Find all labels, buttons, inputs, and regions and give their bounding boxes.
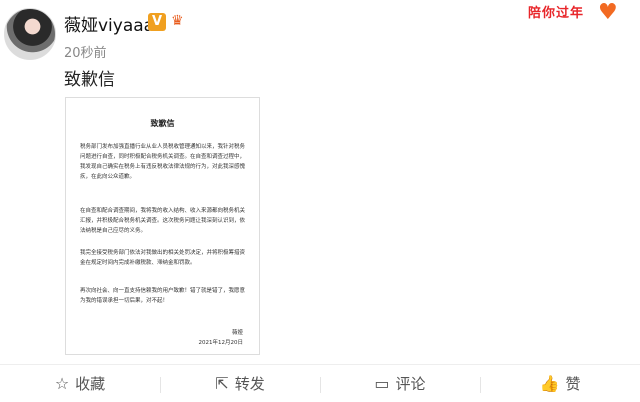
repost-icon: ⇱: [215, 374, 229, 393]
action-bar: ☆ 收藏 ⇱ 转发 ▭ 评论 👍 赞: [0, 365, 640, 402]
letter-image[interactable]: 致歉信 税务部门发布加强直播行业从业人员税收管理通知以来，我针对税务问题进行自查…: [65, 97, 260, 355]
letter-date: 2021年12月20日: [198, 340, 244, 346]
letter-paragraph: 再次向社会、向一直支持信赖我的用户致歉！错了就是错了，我愿意为我的错误承担一切后…: [80, 288, 246, 304]
comment-icon: ▭: [374, 374, 390, 393]
letter-paragraph: 在自查和配合调查期间，我将我的收入结构、收入来源都向税务机关汇报，并积极配合税务…: [80, 208, 246, 234]
favorite-button[interactable]: ☆ 收藏: [0, 365, 160, 402]
thumbs-up-icon: 👍: [539, 374, 560, 393]
post-text: 致歉信: [64, 70, 115, 90]
letter-signature: 薇娅: [231, 330, 243, 336]
letter-paragraph: 税务部门发布加强直播行业从业人员税收管理通知以来，我针对税务问题进行自查，同时积…: [80, 144, 246, 180]
repost-button[interactable]: ⇱ 转发: [160, 365, 320, 402]
repost-label: 转发: [234, 375, 265, 393]
festival-banner[interactable]: 陪你过年 ♥: [528, 0, 628, 26]
favorite-label: 收藏: [75, 375, 106, 393]
post-time[interactable]: 20秒前: [64, 42, 107, 61]
like-label: 赞: [565, 375, 581, 393]
star-icon: ☆: [54, 374, 70, 393]
letter-paragraph: 我完全接受税务部门依法对我做出的相关处罚决定，并将积极筹措资金在规定时间内完成补…: [80, 250, 246, 266]
like-button[interactable]: 👍 赞: [480, 365, 640, 402]
comment-label: 评论: [395, 375, 426, 393]
letter-title: 致歉信: [150, 119, 175, 128]
fan-badge-icon: ♛: [171, 13, 184, 29]
avatar[interactable]: [4, 8, 56, 60]
comment-button[interactable]: ▭ 评论: [320, 365, 480, 402]
username[interactable]: 薇娅viyaaa: [64, 11, 154, 36]
verified-icon: V: [148, 13, 166, 31]
festival-banner-text: 陪你过年: [528, 6, 585, 21]
heart-icon: ♥: [598, 0, 618, 25]
